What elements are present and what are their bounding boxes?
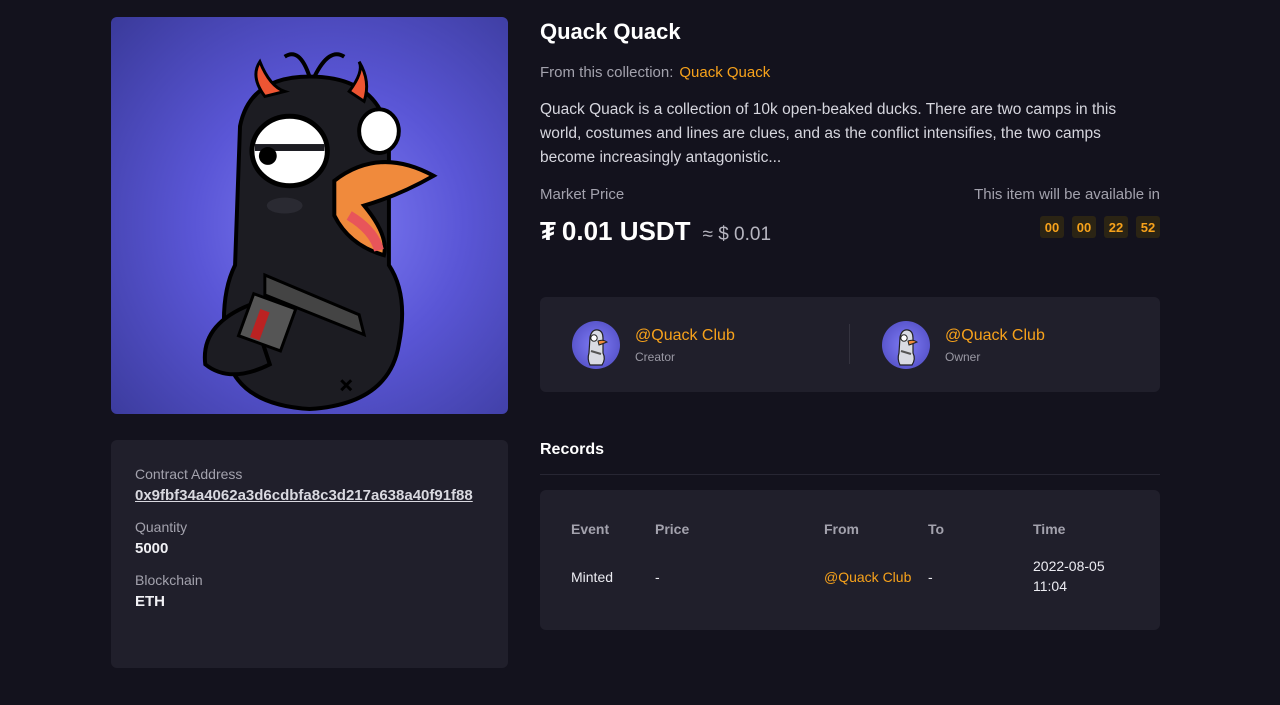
duck-avatar-icon xyxy=(587,329,609,366)
record-price: - xyxy=(655,569,660,585)
contract-address-block: Contract Address 0x9fbf34a4062a3d6cdbfa8… xyxy=(135,466,484,505)
duck-illustration xyxy=(202,52,438,412)
owner-handle[interactable]: @Quack Club xyxy=(945,326,1045,346)
owner-avatar[interactable] xyxy=(882,321,930,369)
records-title: Records xyxy=(540,441,605,458)
collection-line: From this collection: Quack Quack xyxy=(540,64,770,81)
countdown-timer: 00 00 22 52 xyxy=(1040,216,1160,238)
owner-role: Owner xyxy=(945,350,981,364)
column-header-event: Event xyxy=(571,521,610,537)
record-event: Minted xyxy=(571,569,614,585)
countdown-hours: 00 xyxy=(1072,216,1096,238)
records-table: Event Price From To Time Minted - @Quack… xyxy=(540,490,1160,630)
contract-address-label: Contract Address xyxy=(135,466,243,482)
countdown-minutes: 22 xyxy=(1104,216,1128,238)
record-time-clock: 11:04 xyxy=(1033,578,1067,594)
collection-link[interactable]: Quack Quack xyxy=(679,64,770,81)
quantity-label: Quantity xyxy=(135,519,188,535)
nft-artwork xyxy=(111,17,508,414)
blockchain-label: Blockchain xyxy=(135,572,203,588)
duck-avatar-icon xyxy=(897,329,919,366)
column-header-price: Price xyxy=(655,521,690,537)
quantity-block: Quantity 5000 xyxy=(135,519,484,558)
blockchain-block: Blockchain ETH xyxy=(135,572,484,611)
tether-icon: ₮ xyxy=(540,216,556,246)
price-row: ₮ 0.01 USDT ≈ $ 0.01 xyxy=(540,216,771,247)
creator-role: Creator xyxy=(635,350,676,364)
record-from-link[interactable]: @Quack Club xyxy=(824,567,911,587)
nft-description: Quack Quack is a collection of 10k open-… xyxy=(540,101,1117,166)
column-header-from: From xyxy=(824,521,859,537)
countdown-seconds: 52 xyxy=(1136,216,1160,238)
quantity-value: 5000 xyxy=(135,540,169,557)
contract-address-link[interactable]: 0x9fbf34a4062a3d6cdbfa8c3d217a638a40f91f… xyxy=(135,486,487,505)
nft-details-card: Contract Address 0x9fbf34a4062a3d6cdbfa8… xyxy=(111,440,508,668)
market-price-label: Market Price xyxy=(540,186,625,203)
availability-label: This item will be available in xyxy=(974,186,1160,203)
record-to: - xyxy=(928,569,933,585)
price-approx: ≈ $ 0.01 xyxy=(702,224,772,245)
records-divider xyxy=(540,474,1160,475)
column-header-to: To xyxy=(928,521,945,537)
column-header-time: Time xyxy=(1033,521,1066,537)
creator-item[interactable]: @Quack Club Creator xyxy=(572,321,735,369)
nft-title: Quack Quack xyxy=(540,19,681,44)
price-amount: 0.01 USDT xyxy=(561,216,691,246)
owner-item[interactable]: @Quack Club Owner xyxy=(882,321,1045,369)
countdown-days: 00 xyxy=(1040,216,1064,238)
record-time-date: 2022-08-05 xyxy=(1033,558,1105,574)
creator-handle[interactable]: @Quack Club xyxy=(635,326,735,346)
creator-owner-card: @Quack Club Creator @Quack Club Owner xyxy=(540,297,1160,392)
collection-prefix: From this collection: xyxy=(540,64,674,81)
person-divider xyxy=(849,324,850,364)
blockchain-value: ETH xyxy=(135,593,165,610)
creator-avatar[interactable] xyxy=(572,321,620,369)
